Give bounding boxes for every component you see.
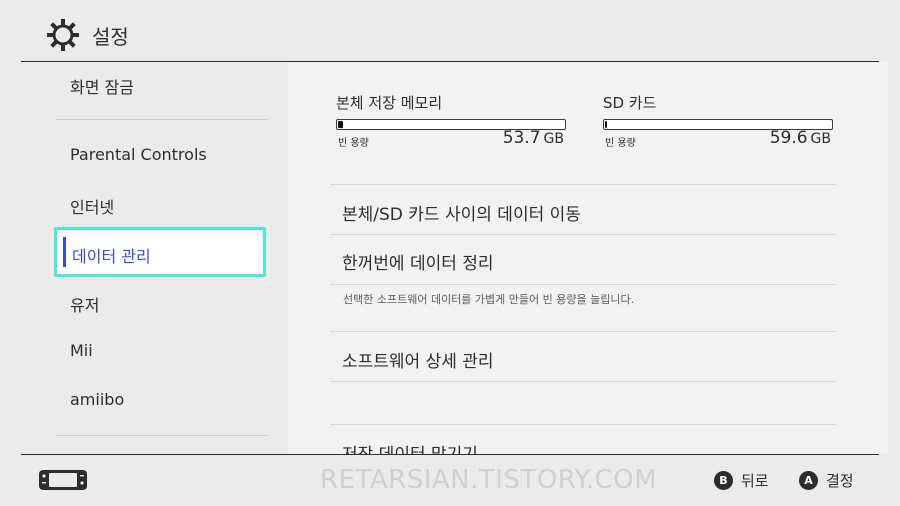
- footer: RETARSIAN.TISTORY.COM B 뒤로 A 결정: [0, 455, 900, 506]
- b-button-icon: B: [714, 471, 733, 490]
- menu-divider: [330, 331, 836, 332]
- a-button-icon: A: [799, 471, 818, 490]
- sidebar-divider: [56, 435, 268, 436]
- menu-divider: [330, 284, 836, 285]
- system-memory-storage: 본체 저장 메모리 빈 용량 53.7 GB: [336, 92, 566, 149]
- menu-divider: [330, 424, 836, 425]
- storage-label: 본체 저장 메모리: [336, 94, 443, 112]
- free-space-value: 59.6 GB: [769, 128, 831, 148]
- free-space-label: 빈 용량: [605, 138, 636, 149]
- storage-label: SD 카드: [603, 94, 657, 112]
- console-handheld-icon: [39, 470, 87, 490]
- sidebar-item-data-management[interactable]: 데이터 관리: [54, 227, 266, 277]
- sidebar-divider: [56, 119, 268, 120]
- storage-usage-fill: [338, 121, 343, 128]
- sidebar-item-label: 데이터 관리: [72, 247, 151, 266]
- bulk-cleanup-button[interactable]: 한꺼번에 데이터 정리: [342, 249, 494, 274]
- sidebar-item-screen-lock[interactable]: 화면 잠금: [70, 74, 134, 98]
- sidebar: 화면 잠금 Parental Controls 인터넷 데이터 관리 유저 Mi…: [21, 62, 288, 454]
- move-data-button[interactable]: 본체/SD 카드 사이의 데이터 이동: [342, 200, 581, 225]
- back-button[interactable]: B 뒤로: [714, 470, 769, 491]
- menu-divider: [330, 381, 836, 382]
- confirm-button[interactable]: A 결정: [799, 470, 854, 491]
- menu-divider: [330, 184, 836, 185]
- sd-card-storage: SD 카드 빈 용량 59.6 GB: [603, 92, 833, 149]
- main-panel: 본체 저장 메모리 빈 용량 53.7 GB SD 카드 빈 용량 59.6 GB …: [288, 62, 888, 454]
- page-title: 설정: [92, 25, 129, 49]
- sidebar-item-users[interactable]: 유저: [70, 292, 99, 316]
- free-space-label: 빈 용량: [338, 138, 369, 149]
- sidebar-item-mii[interactable]: Mii: [70, 341, 93, 360]
- sidebar-item-amiibo[interactable]: amiibo: [70, 390, 124, 409]
- selection-indicator: [63, 237, 66, 267]
- watermark: RETARSIAN.TISTORY.COM: [320, 465, 658, 495]
- gear-icon: [47, 19, 79, 51]
- bulk-cleanup-description: 선택한 소프트웨어 데이터를 가볍게 만들어 빈 용량을 늘립니다.: [343, 293, 635, 306]
- save-data-cloud-button[interactable]: 저장 데이터 맡기기: [342, 440, 478, 454]
- storage-usage-fill: [605, 121, 607, 128]
- software-management-button[interactable]: 소프트웨어 상세 관리: [342, 347, 494, 372]
- sidebar-item-internet[interactable]: 인터넷: [70, 194, 114, 218]
- header: 설정: [0, 0, 900, 62]
- back-label: 뒤로: [741, 472, 769, 490]
- sidebar-item-parental-controls[interactable]: Parental Controls: [70, 145, 207, 164]
- confirm-label: 결정: [826, 472, 854, 490]
- menu-divider: [330, 234, 836, 235]
- free-space-value: 53.7 GB: [502, 128, 564, 148]
